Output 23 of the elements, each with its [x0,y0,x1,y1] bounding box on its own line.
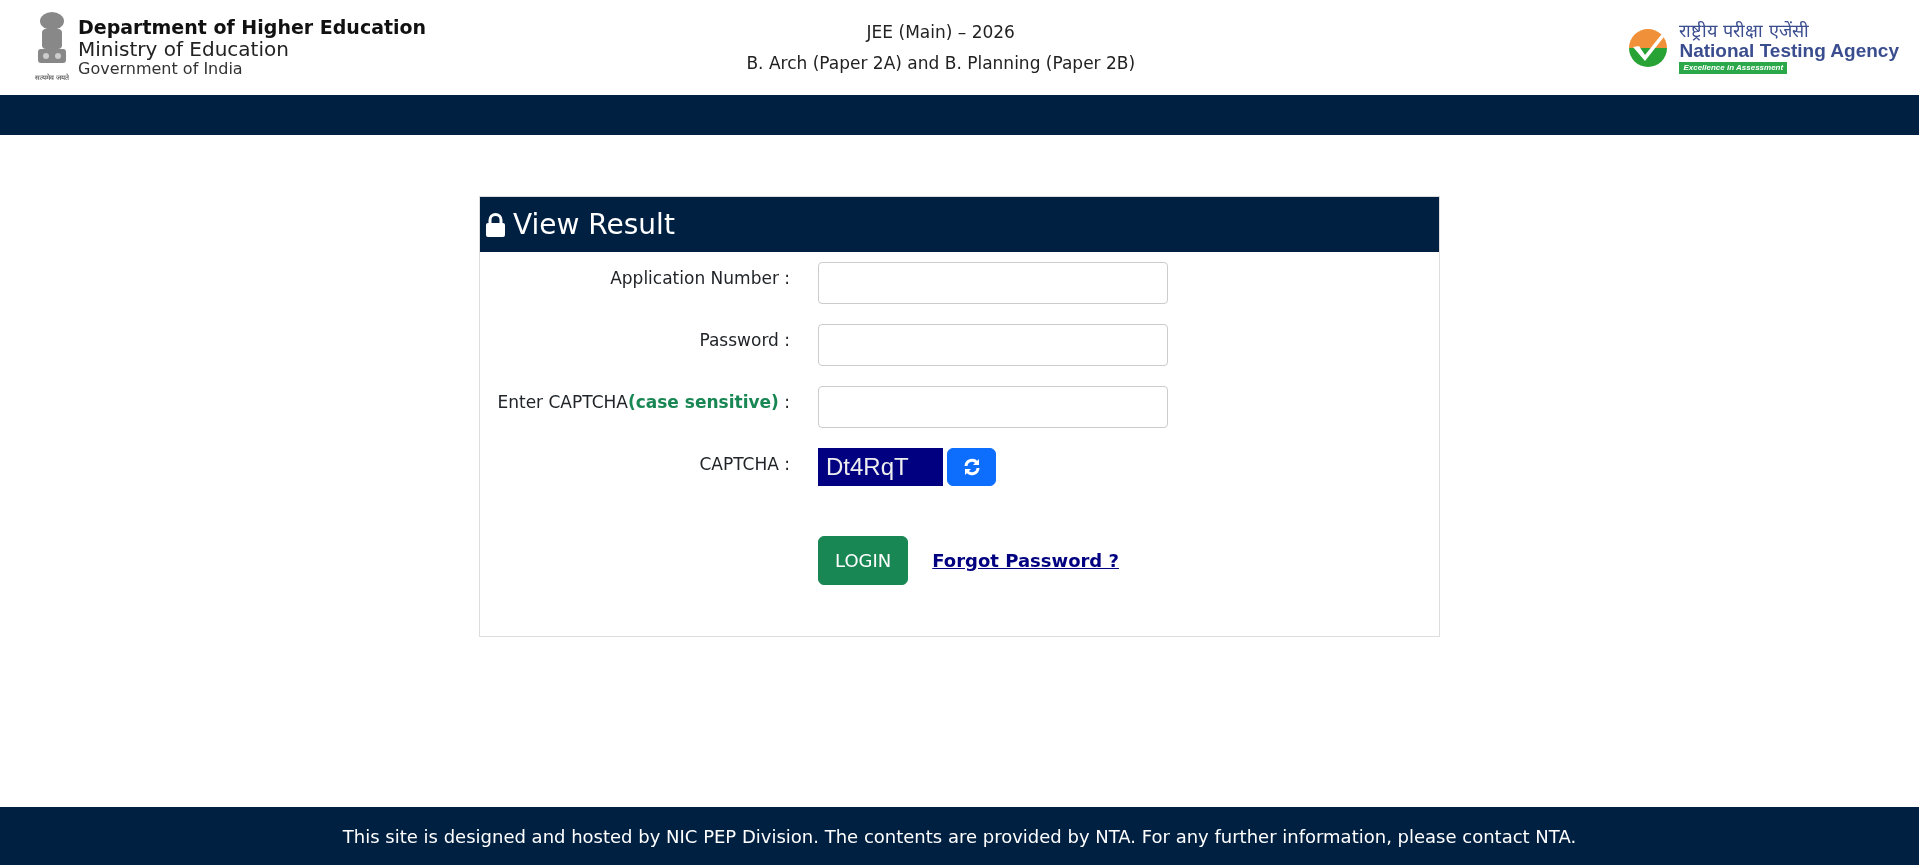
field-label: Password : [698,329,790,352]
agency-name: National Testing Agency [1679,40,1899,62]
input-field[interactable] [818,262,1168,304]
field-label: Application Number : [609,267,790,290]
panel-title: View Result [513,206,675,243]
refresh-icon [962,458,981,476]
department-name: Department of Higher Education [78,17,427,39]
login-button[interactable]: LOGIN [818,536,909,585]
lock-icon [486,212,505,237]
agency-hindi-name: राष्ट्रीय परीक्षा एजेंसी [1679,21,1809,41]
field-label: Enter CAPTCHA(case sensitive) : [496,391,790,414]
exam-title: JEE (Main) – 2026 [866,20,1015,44]
exam-subtitle: B. Arch (Paper 2A) and B. Planning (Paper 2B) [746,51,1136,75]
captcha-image: Dt4RqT [818,448,943,486]
input-field[interactable] [818,386,1168,428]
forgot-password-link[interactable]: Forgot Password ? [932,547,1119,574]
input-field[interactable] [818,324,1168,366]
field-label: CAPTCHA : [698,453,790,476]
agency-tagline: Excellence in Assessment [1679,61,1788,74]
refresh-button[interactable] [947,448,996,486]
government-name: Government of India [78,60,244,78]
ministry-name: Ministry of Education [78,38,289,61]
footer-text: This site is designed and hosted by NIC PEP Division. The contents are provided by NTA. For any further information, please contact NTA. [342,824,1577,849]
